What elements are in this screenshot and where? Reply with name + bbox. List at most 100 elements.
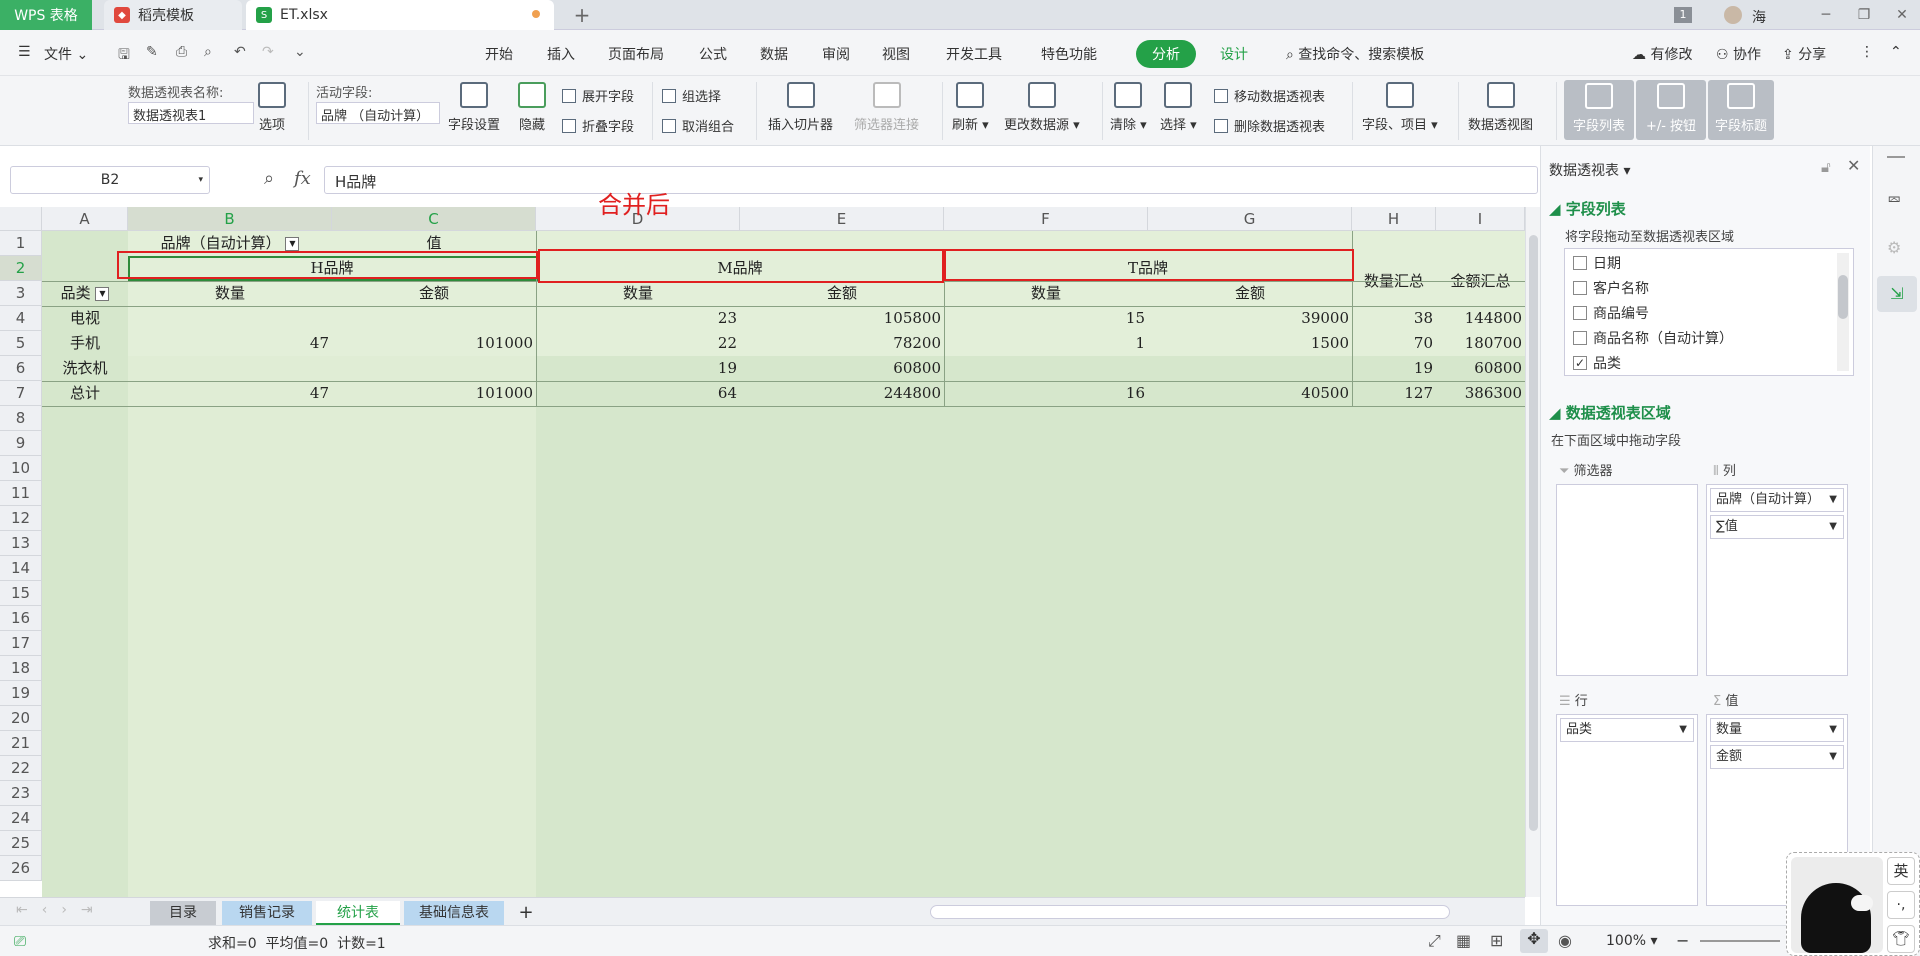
- row-header[interactable]: 21: [0, 731, 42, 756]
- zoom-slider[interactable]: [1700, 940, 1780, 942]
- plus-minus-buttons-toggle[interactable]: +/- 按钮: [1636, 80, 1706, 140]
- menu-page-layout[interactable]: 页面布局: [608, 44, 664, 64]
- field-list-scroll-thumb[interactable]: [1838, 275, 1848, 319]
- row-header[interactable]: 8: [0, 406, 42, 431]
- row-label-cell[interactable]: 电视: [42, 306, 128, 331]
- quick-access-dropdown-icon[interactable]: ⌄: [294, 44, 306, 60]
- table-cell[interactable]: [332, 356, 536, 381]
- table-cell[interactable]: 47: [128, 331, 332, 356]
- table-cell[interactable]: 38: [1352, 306, 1436, 331]
- vertical-scrollbar[interactable]: [1525, 207, 1540, 897]
- add-sheet-button[interactable]: +: [514, 901, 538, 925]
- more-icon[interactable]: ⋮: [1860, 44, 1874, 60]
- table-cell[interactable]: 60800: [740, 356, 944, 381]
- active-field-input[interactable]: 品牌 （自动计算）: [316, 102, 440, 124]
- table-cell[interactable]: 60800: [1436, 356, 1525, 381]
- column-chip-values[interactable]: ∑值 ▼: [1710, 515, 1844, 539]
- change-source-button[interactable]: 更改数据源 ▾: [1004, 82, 1080, 133]
- menu-review[interactable]: 审阅: [822, 44, 850, 64]
- row-header[interactable]: 6: [0, 356, 42, 381]
- table-cell[interactable]: 70: [1352, 331, 1436, 356]
- row-header[interactable]: 24: [0, 806, 42, 831]
- page-break-view-icon[interactable]: ⊞: [1490, 931, 1503, 950]
- tab-templates[interactable]: ◆ 稻壳模板: [104, 0, 242, 30]
- field-item[interactable]: 日期: [1573, 253, 1621, 273]
- vertical-scroll-thumb[interactable]: [1529, 235, 1538, 831]
- name-box[interactable]: B2 ▾: [10, 166, 210, 194]
- row-filter-dropdown-icon[interactable]: ▼: [95, 287, 110, 301]
- table-cell[interactable]: 386300: [1436, 381, 1525, 406]
- col-header-f[interactable]: F: [944, 207, 1148, 231]
- ime-skin-icon[interactable]: 👕︎: [1887, 925, 1915, 953]
- share-button[interactable]: ⇪ 分享: [1782, 44, 1826, 64]
- row-header[interactable]: 15: [0, 581, 42, 606]
- field-item[interactable]: 商品编号: [1573, 303, 1649, 323]
- row-header[interactable]: 2: [0, 256, 42, 281]
- col-header-g[interactable]: G: [1148, 207, 1352, 231]
- settings-sliders-icon[interactable]: ⚙: [1887, 238, 1901, 257]
- areas-title[interactable]: ◢ 数据透视表区域: [1549, 402, 1671, 423]
- eye-protection-icon[interactable]: ◉: [1558, 931, 1572, 950]
- formula-input[interactable]: H品牌: [324, 166, 1538, 194]
- field-headers-toggle[interactable]: 字段标题: [1708, 80, 1774, 140]
- ime-punctuation-icon[interactable]: ·,: [1887, 891, 1915, 919]
- table-cell[interactable]: 101000: [332, 331, 536, 356]
- table-cell[interactable]: 39000: [1148, 306, 1352, 331]
- hamburger-icon[interactable]: ☰: [18, 44, 31, 60]
- col-header-a[interactable]: A: [42, 207, 128, 231]
- modified-button[interactable]: ☁ 有修改: [1632, 44, 1692, 64]
- field-item[interactable]: 客户名称: [1573, 278, 1649, 298]
- t-amount-header[interactable]: 金额: [1148, 281, 1352, 306]
- row-label-cell[interactable]: 洗衣机: [42, 356, 128, 381]
- field-list-scrollbar[interactable]: [1837, 253, 1849, 371]
- table-cell[interactable]: 144800: [1436, 306, 1525, 331]
- h-amount-header[interactable]: 金额: [332, 281, 536, 306]
- table-cell[interactable]: 78200: [740, 331, 944, 356]
- menu-data[interactable]: 数据: [760, 44, 788, 64]
- select-button[interactable]: 选择 ▾: [1160, 82, 1197, 133]
- fullscreen-icon[interactable]: ⤢: [1428, 931, 1441, 951]
- col-header-e[interactable]: E: [740, 207, 944, 231]
- new-tab-button[interactable]: +: [568, 4, 596, 26]
- row-header[interactable]: 3: [0, 281, 42, 306]
- menu-developer[interactable]: 开发工具: [946, 44, 1002, 64]
- table-cell[interactable]: 23: [536, 306, 740, 331]
- filter-dropdown-icon[interactable]: ▼: [285, 237, 300, 251]
- table-cell[interactable]: 101000: [332, 381, 536, 406]
- table-cell[interactable]: 64: [536, 381, 740, 406]
- insert-slicer-button[interactable]: 插入切片器: [768, 82, 833, 133]
- field-list-toggle[interactable]: 字段列表: [1564, 80, 1634, 140]
- macro-record-icon[interactable]: ⎚: [14, 932, 26, 950]
- field-settings-button[interactable]: 字段设置: [448, 82, 500, 133]
- pivot-name-input[interactable]: 数据透视表1: [128, 102, 254, 124]
- row-header[interactable]: 26: [0, 856, 42, 881]
- format-painter-icon[interactable]: ✎: [146, 44, 158, 60]
- table-cell[interactable]: 19: [1352, 356, 1436, 381]
- row-header[interactable]: 23: [0, 781, 42, 806]
- m-amount-header[interactable]: 金额: [740, 281, 944, 306]
- ime-widget[interactable]: 英 ·, 👕︎: [1786, 852, 1920, 956]
- table-cell[interactable]: [128, 306, 332, 331]
- table-cell[interactable]: 244800: [740, 381, 944, 406]
- checkbox-icon[interactable]: [1573, 306, 1587, 320]
- lock-icon[interactable]: 🔓︎: [1821, 158, 1831, 176]
- table-cell[interactable]: [332, 306, 536, 331]
- column-area[interactable]: 品牌（自动计算） ▼ ∑值 ▼: [1706, 484, 1848, 676]
- table-cell[interactable]: 105800: [740, 306, 944, 331]
- collapse-ribbon-icon[interactable]: ⌃: [1890, 44, 1902, 60]
- zoom-out-icon[interactable]: −: [1676, 931, 1689, 950]
- undo-icon[interactable]: ↶: [234, 44, 246, 60]
- table-cell[interactable]: 19: [536, 356, 740, 381]
- field-item[interactable]: ✓ 品类: [1573, 353, 1621, 373]
- options-button[interactable]: 选项: [258, 82, 286, 133]
- fields-items-button[interactable]: 字段、项目 ▾: [1362, 82, 1438, 133]
- row-header[interactable]: 12: [0, 506, 42, 531]
- t-qty-header[interactable]: 数量: [944, 281, 1148, 306]
- row-header[interactable]: 11: [0, 481, 42, 506]
- menu-home[interactable]: 开始: [485, 44, 513, 64]
- row-header[interactable]: 22: [0, 756, 42, 781]
- menu-insert[interactable]: 插入: [547, 44, 575, 64]
- pane-title[interactable]: 数据透视表 ▾: [1549, 160, 1630, 180]
- sheet-tab-catalog[interactable]: 目录: [150, 901, 216, 925]
- row-header[interactable]: 7: [0, 381, 42, 406]
